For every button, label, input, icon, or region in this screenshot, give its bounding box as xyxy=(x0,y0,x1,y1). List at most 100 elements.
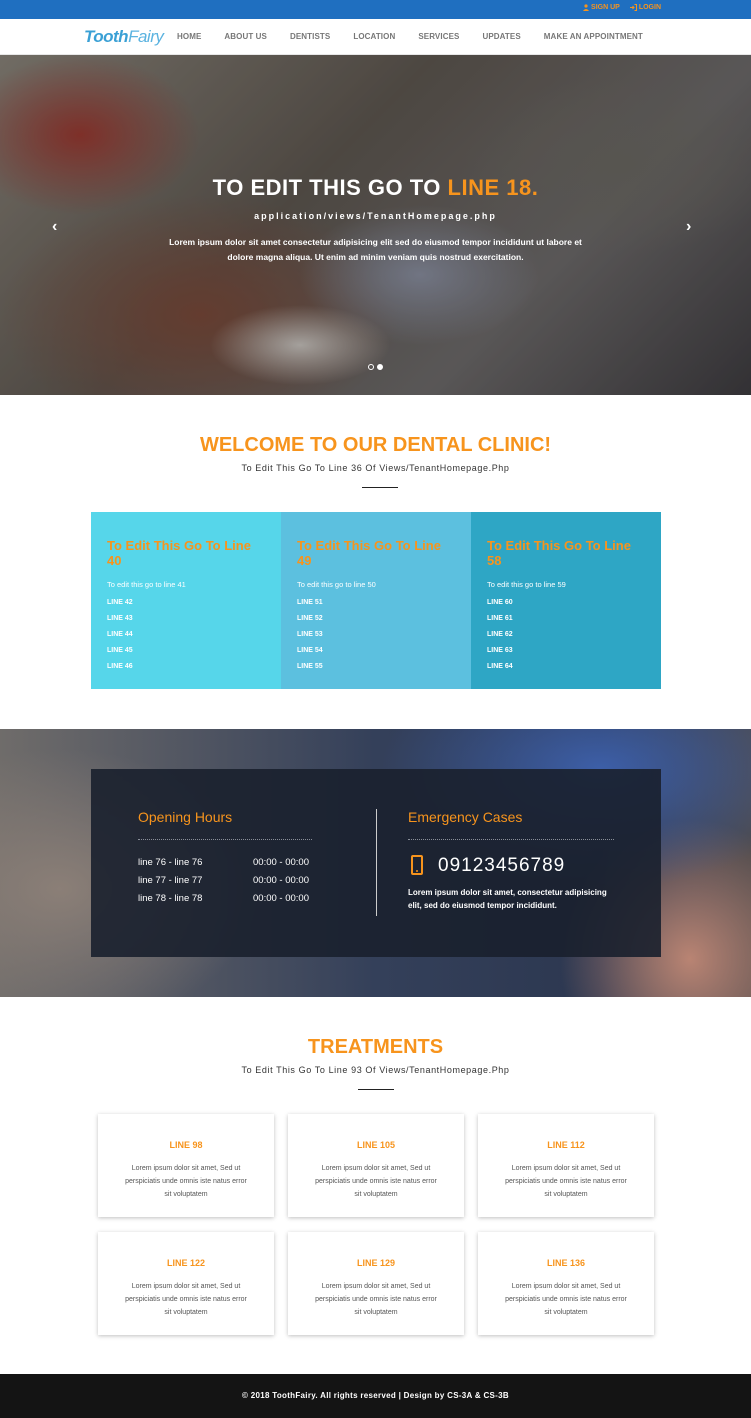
treatment-card[interactable]: LINE 98 Lorem ipsum dolor sit amet, Sed … xyxy=(98,1114,274,1217)
info-box-item: LINE 54 xyxy=(297,647,323,654)
info-box-title: To Edit This Go To Line 40 xyxy=(107,538,251,568)
info-box-item: LINE 46 xyxy=(107,663,133,670)
top-bar: SIGN UP LOGIN xyxy=(0,0,751,19)
info-box: To Edit This Go To Line 40 To edit this … xyxy=(91,512,281,689)
info-box-lead: To edit this go to line 50 xyxy=(297,580,376,589)
hero-title-main: TO EDIT THIS GO TO xyxy=(212,175,441,200)
info-box-item: LINE 45 xyxy=(107,647,133,654)
signup-label: SIGN UP xyxy=(591,4,620,11)
info-box-title: To Edit This Go To Line 58 xyxy=(487,538,631,568)
nav-menu: HOME ABOUT US DENTISTS LOCATION SERVICES… xyxy=(177,32,666,41)
emergency-divider xyxy=(408,839,614,840)
info-box-item: LINE 51 xyxy=(297,599,323,606)
hero-carousel: TO EDIT THIS GO TO LINE 18. application/… xyxy=(0,55,751,395)
treatments-title: TREATMENTS xyxy=(307,1036,444,1058)
hero-text: Lorem ipsum dolor sit amet consectetur a… xyxy=(169,237,582,262)
treatment-card[interactable]: LINE 136 Lorem ipsum dolor sit amet, Sed… xyxy=(478,1232,654,1335)
hero-subtitle: application/views/TenantHomepage.php xyxy=(254,211,497,221)
signup-link[interactable]: SIGN UP xyxy=(583,4,620,11)
treatment-card-title: LINE 129 xyxy=(356,1258,396,1268)
treatment-card[interactable]: LINE 105 Lorem ipsum dolor sit amet, Sed… xyxy=(288,1114,464,1217)
treatment-card-text: Lorem ipsum dolor sit amet, Sed ut persp… xyxy=(125,1165,247,1198)
emergency-phone[interactable]: 09123456789 xyxy=(438,855,565,877)
hours-day: line 76 - line 76 xyxy=(138,857,203,868)
treatment-card-text: Lorem ipsum dolor sit amet, Sed ut persp… xyxy=(505,1165,627,1198)
carousel-next-icon[interactable]: › xyxy=(686,218,691,236)
main-navbar: ToothFairy HOME ABOUT US DENTISTS LOCATI… xyxy=(0,19,751,55)
account-links: SIGN UP LOGIN xyxy=(583,4,661,11)
info-box-item: LINE 55 xyxy=(297,663,323,670)
info-box: To Edit This Go To Line 58 To edit this … xyxy=(471,512,661,689)
hero-title-highlight: LINE 18. xyxy=(447,175,539,200)
treatment-card[interactable]: LINE 122 Lorem ipsum dolor sit amet, Sed… xyxy=(98,1232,274,1335)
hours-time: 00:00 - 00:00 xyxy=(253,893,309,904)
info-box-item: LINE 63 xyxy=(487,647,513,654)
treatment-card-text: Lorem ipsum dolor sit amet, Sed ut persp… xyxy=(315,1283,437,1316)
treatment-card-title: LINE 105 xyxy=(356,1140,396,1150)
footer: © 2018 ToothFairy. All rights reserved |… xyxy=(0,1374,751,1418)
logo-tooth: Tooth xyxy=(84,27,129,46)
treatment-card[interactable]: LINE 112 Lorem ipsum dolor sit amet, Sed… xyxy=(478,1114,654,1217)
welcome-divider xyxy=(362,487,398,488)
hours-section: Opening Hours line 76 - line 76 00:00 - 0… xyxy=(0,729,751,997)
info-box-item: LINE 52 xyxy=(297,615,323,622)
hero-overlay xyxy=(0,55,751,395)
nav-item-dentists[interactable]: DENTISTS xyxy=(290,32,330,41)
login-label: LOGIN xyxy=(638,4,661,11)
hours-time: 00:00 - 00:00 xyxy=(253,875,309,886)
treatments-divider xyxy=(358,1089,394,1090)
info-box-title: To Edit This Go To Line 49 xyxy=(297,538,441,568)
hours-divider xyxy=(138,839,312,840)
info-boxes: To Edit This Go To Line 40 To edit this … xyxy=(91,512,661,689)
hero-title: TO EDIT THIS GO TO LINE 18. xyxy=(0,175,751,201)
emergency-title: Emergency Cases xyxy=(408,809,523,825)
hours-day: line 77 - line 77 xyxy=(138,875,203,886)
emergency-text: Lorem ipsum dolor sit amet, consectetur … xyxy=(408,888,607,910)
hours-time: 00:00 - 00:00 xyxy=(253,857,309,868)
treatment-card-title: LINE 98 xyxy=(169,1140,203,1150)
nav-item-services[interactable]: SERVICES xyxy=(418,32,459,41)
carousel-prev-icon[interactable]: ‹ xyxy=(52,218,57,236)
treatment-card-text: Lorem ipsum dolor sit amet, Sed ut persp… xyxy=(315,1165,437,1198)
treatment-card-text: Lorem ipsum dolor sit amet, Sed ut persp… xyxy=(505,1283,627,1316)
carousel-dot[interactable] xyxy=(368,364,374,370)
info-box-item: LINE 53 xyxy=(297,631,323,638)
treatment-card-title: LINE 136 xyxy=(546,1258,586,1268)
nav-item-updates[interactable]: UPDATES xyxy=(482,32,520,41)
opening-hours-title: Opening Hours xyxy=(138,809,233,825)
logo-fairy: Fairy xyxy=(128,27,164,46)
info-box-lead: To edit this go to line 41 xyxy=(107,580,186,589)
phone-icon xyxy=(411,855,423,875)
hours-panel: Opening Hours line 76 - line 76 00:00 - 0… xyxy=(91,769,661,957)
carousel-indicators xyxy=(368,364,383,370)
hours-row: line 77 - line 77 00:00 - 00:00 xyxy=(138,875,318,886)
info-box-item: LINE 44 xyxy=(107,631,133,638)
carousel-dot-active[interactable] xyxy=(377,364,383,370)
welcome-title: WELCOME TO OUR DENTAL CLINIC! xyxy=(199,434,552,456)
user-icon xyxy=(583,4,590,11)
treatment-card[interactable]: LINE 129 Lorem ipsum dolor sit amet, Sed… xyxy=(288,1232,464,1335)
nav-item-make-appointment[interactable]: MAKE AN APPOINTMENT xyxy=(544,32,643,41)
treatment-card-text: Lorem ipsum dolor sit amet, Sed ut persp… xyxy=(125,1283,247,1316)
info-box-item: LINE 42 xyxy=(107,599,133,606)
info-box-lead: To edit this go to line 59 xyxy=(487,580,566,589)
login-link[interactable]: LOGIN xyxy=(629,4,661,11)
info-box: To Edit This Go To Line 49 To edit this … xyxy=(281,512,471,689)
hours-row: line 78 - line 78 00:00 - 00:00 xyxy=(138,893,318,904)
info-box-item: LINE 62 xyxy=(487,631,513,638)
nav-item-about-us[interactable]: ABOUT US xyxy=(224,32,267,41)
nav-item-location[interactable]: LOCATION xyxy=(353,32,395,41)
treatment-card-title: LINE 122 xyxy=(166,1258,206,1268)
treatments-subtitle: To Edit This Go To Line 93 Of Views/Tena… xyxy=(241,1065,510,1075)
logo[interactable]: ToothFairy xyxy=(84,27,164,47)
welcome-subtitle: To Edit This Go To Line 36 Of Views/Tena… xyxy=(241,463,510,473)
nav-item-home[interactable]: HOME xyxy=(177,32,201,41)
footer-text: © 2018 ToothFairy. All rights reserved |… xyxy=(242,1391,509,1400)
hours-row: line 76 - line 76 00:00 - 00:00 xyxy=(138,857,318,868)
info-box-item: LINE 64 xyxy=(487,663,513,670)
login-icon xyxy=(629,4,637,11)
info-box-item: LINE 61 xyxy=(487,615,513,622)
info-box-item: LINE 60 xyxy=(487,599,513,606)
panel-separator xyxy=(376,809,377,916)
hours-day: line 78 - line 78 xyxy=(138,893,203,904)
